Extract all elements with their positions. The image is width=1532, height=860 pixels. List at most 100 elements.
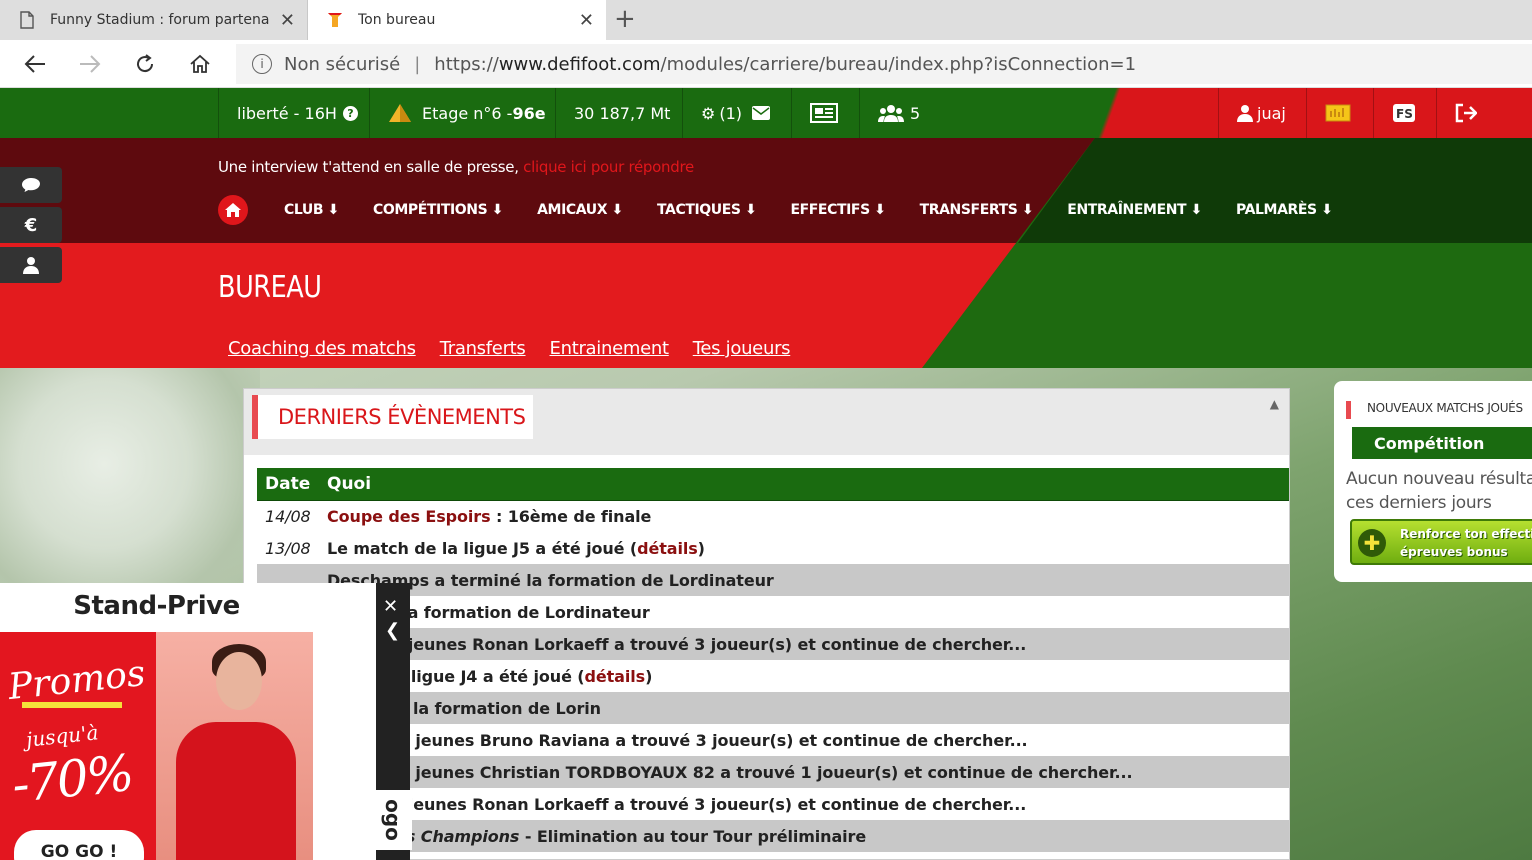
event-description: ...eur de jeunes Ronan Lorkaeff a trouvé…	[319, 628, 1289, 660]
event-date: 13/08	[265, 538, 311, 558]
event-description: Coupe des Espoirs : 16ème de finale	[319, 500, 1289, 532]
bonus-button[interactable]: ✚ Renforce ton effectif épreuves bonus	[1350, 519, 1532, 565]
url-host: www.defifoot.com	[498, 53, 661, 75]
link-entrainement[interactable]: Entrainement	[550, 338, 670, 359]
table-row: ...rminé la formation de Lordinateur	[257, 596, 1289, 628]
home-icon	[225, 203, 241, 217]
new-matches-panel: NOUVEAUX MATCHS JOUÉS Compétition Aucun …	[1334, 381, 1532, 582]
ad-percent: -70%	[9, 743, 135, 815]
event-text: )	[697, 538, 705, 558]
gear-icon[interactable]: ⚙	[701, 104, 715, 123]
new-tab-icon[interactable]: +	[614, 4, 636, 34]
event-link[interactable]: détails	[637, 539, 698, 558]
menu-tactiques[interactable]: TACTIQUES ⬇	[657, 202, 757, 218]
bonus-line1: Renforce ton effectif	[1400, 527, 1532, 541]
notifications[interactable]: ⚙ (1)	[682, 88, 788, 138]
chat-icon	[22, 178, 40, 192]
close-icon[interactable]: ✕	[383, 596, 398, 617]
link-coaching[interactable]: Coaching des matchs	[228, 338, 416, 359]
sub-navigation: Coaching des matchs Transferts Entrainem…	[228, 338, 814, 359]
link-transferts[interactable]: Transferts	[440, 338, 526, 359]
newspaper-icon	[810, 103, 838, 123]
menu-transferts[interactable]: TRANSFERTS ⬇	[920, 202, 1034, 218]
euro-button[interactable]: €	[0, 207, 62, 243]
home-button[interactable]	[218, 195, 248, 225]
menu-club[interactable]: CLUB ⬇	[284, 202, 339, 218]
ad-jusqu-text: jusqu'à	[24, 720, 100, 752]
page-title: BUREAU	[218, 270, 322, 305]
floor-label: Etage n°6 -	[422, 103, 513, 123]
security-label: Non sécurisé	[284, 53, 401, 75]
col-what: Quoi	[319, 468, 1289, 501]
background-pattern	[0, 368, 260, 608]
url-scheme: https://	[434, 53, 499, 75]
link-joueurs[interactable]: Tes joueurs	[693, 338, 791, 359]
news-button[interactable]	[791, 88, 856, 138]
event-text: ...teur de jeunes Bruno Raviana a trouvé…	[327, 730, 1028, 750]
ad-network-logo[interactable]: ogo	[374, 790, 412, 850]
back-icon[interactable]	[20, 50, 50, 78]
table-header: Date Quoi	[257, 468, 1289, 501]
chat-button[interactable]	[0, 167, 62, 203]
tab-title: Funny Stadium : forum partenaire	[50, 12, 270, 28]
url-path: /modules/carriere/bureau/index.php?isCon…	[660, 53, 1137, 75]
event-description: ...teur de jeunes Bruno Raviana a trouvé…	[319, 724, 1289, 756]
site-topbar: liberté - 16H ? Etage n°6 - 96e 30 187,7…	[0, 88, 1532, 138]
reload-icon[interactable]	[130, 50, 160, 78]
profile-button[interactable]	[0, 247, 62, 283]
event-description: ...erminé la formation de Lorin	[319, 692, 1289, 724]
browser-tab-forum[interactable]: Funny Stadium : forum partenaire ✕	[0, 0, 308, 40]
close-icon[interactable]: ✕	[280, 10, 295, 31]
page-icon	[18, 11, 36, 29]
event-link[interactable]: Coupe des Espoirs	[327, 507, 491, 526]
logout-button[interactable]	[1436, 88, 1495, 138]
defifoot-icon	[326, 11, 344, 29]
svg-text:FS: FS	[1396, 107, 1413, 121]
funny-stadium-button[interactable]: FS	[1373, 88, 1434, 138]
friends-button[interactable]: 5	[859, 88, 938, 138]
ad-promo-text: Promos	[6, 652, 148, 709]
euro-icon: €	[24, 214, 38, 236]
username: juaj	[1257, 103, 1286, 123]
menu-effectifs[interactable]: EFFECTIFS ⬇	[790, 202, 886, 218]
close-icon[interactable]: ✕	[579, 10, 594, 31]
url-field[interactable]: i Non sécurisé | https://www.defifoot.co…	[236, 44, 1532, 84]
main-menu: CLUB ⬇ COMPÉTITIONS ⬇ AMICAUX ⬇ TACTIQUE…	[218, 194, 1367, 226]
browser-tabbar: Funny Stadium : forum partenaire ✕ Ton b…	[0, 0, 1532, 40]
browser-tab-bureau[interactable]: Ton bureau ✕	[308, 0, 606, 40]
help-icon[interactable]: ?	[342, 105, 358, 121]
event-text: - Elimination au tour Tour préliminaire	[519, 826, 867, 846]
home-icon[interactable]	[185, 50, 215, 78]
interview-notice: Une interview t'attend en salle de press…	[218, 158, 694, 176]
panel-title: NOUVEAUX MATCHS JOUÉS	[1346, 401, 1523, 419]
event-description: ...h de la ligue J4 a été joué (détails)	[319, 660, 1289, 692]
ad-banner[interactable]: Stand-Prive Promos jusqu'à -70% GO GO !	[0, 583, 376, 860]
no-results-text: Aucun nouveau résultat ces derniers jour…	[1346, 469, 1532, 513]
collapse-icon[interactable]: ▲	[1270, 397, 1279, 411]
interview-link[interactable]: clique ici pour répondre	[523, 158, 694, 176]
menu-entrainement[interactable]: ENTRAÎNEMENT ⬇	[1067, 202, 1202, 218]
chevron-left-icon[interactable]: ❮	[385, 620, 400, 641]
event-text: )	[645, 666, 653, 686]
league-info[interactable]: liberté - 16H ?	[218, 88, 376, 138]
menu-palmares[interactable]: PALMARÈS ⬇	[1236, 202, 1333, 218]
user-menu[interactable]: juaj	[1218, 88, 1304, 138]
ad-brand: Stand-Prive	[73, 591, 240, 621]
ad-promo-area: Promos jusqu'à -70% GO GO !	[0, 632, 156, 860]
funny-stadium-icon: FS	[1392, 103, 1416, 123]
event-text: ...eur de jeunes Ronan Lorkaeff a trouvé…	[327, 794, 1027, 814]
ad-cta-button[interactable]: GO GO !	[14, 830, 144, 860]
event-description: Deschamps a terminé la formation de Lord…	[319, 564, 1289, 596]
shop-icon	[1325, 103, 1351, 123]
floor-info[interactable]: Etage n°6 - 96e	[369, 88, 564, 138]
event-link[interactable]: détails	[585, 667, 646, 686]
forward-icon[interactable]	[75, 50, 105, 78]
ad-model-image	[156, 632, 313, 860]
shop-button[interactable]	[1306, 88, 1369, 138]
envelope-icon[interactable]	[752, 106, 771, 120]
menu-amicaux[interactable]: AMICAUX ⬇	[537, 202, 623, 218]
menu-competitions[interactable]: COMPÉTITIONS ⬇	[373, 202, 504, 218]
table-row: ...eur de jeunes Ronan Lorkaeff a trouvé…	[257, 628, 1289, 660]
model-dress	[176, 722, 296, 860]
info-icon[interactable]: i	[252, 54, 272, 74]
